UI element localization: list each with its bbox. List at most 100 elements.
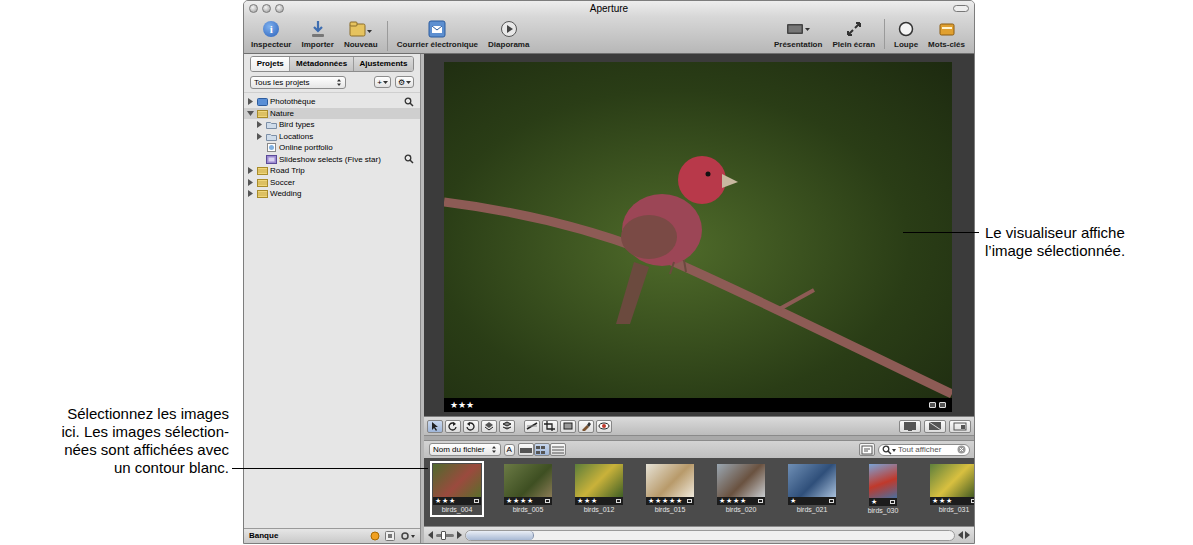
add-button[interactable]: + (374, 76, 391, 88)
disclosure-icon[interactable] (247, 167, 255, 174)
sort-popup[interactable]: Nom du fichier (429, 443, 501, 457)
thumbnail-image (788, 464, 836, 497)
toolbar-toggle-area (924, 5, 974, 12)
sidebar-item[interactable]: Locations (244, 131, 420, 143)
disclosure-icon[interactable] (256, 121, 264, 128)
sidebar-item[interactable]: Photothèque (244, 96, 420, 108)
view-mode-button[interactable] (924, 420, 946, 433)
tool-button[interactable] (427, 420, 443, 433)
tool-button[interactable] (481, 420, 497, 433)
browser-view-button[interactable] (518, 443, 534, 456)
star-icon: ★ (513, 497, 519, 505)
thumbnail[interactable]: ★★★birds_004 (430, 461, 484, 517)
badge-icon (890, 500, 895, 504)
scroll-thumb[interactable] (466, 531, 534, 540)
disclosure-icon[interactable] (247, 110, 255, 117)
tool-button[interactable] (463, 420, 479, 433)
action-button[interactable]: ⚙ (395, 76, 414, 88)
minimize-button[interactable] (262, 4, 271, 13)
sidebar-item[interactable]: Wedding (244, 188, 420, 200)
disclosure-icon[interactable] (247, 98, 255, 105)
toolbar-button[interactable]: Courrier électronique (392, 18, 483, 50)
presentation-icon (785, 20, 811, 38)
scroll-track[interactable] (465, 530, 955, 541)
toolbar-button[interactable]: Présentation (769, 18, 827, 50)
tool-button[interactable] (596, 420, 612, 433)
browser-view-button[interactable] (550, 443, 566, 456)
view-mode-button[interactable] (949, 420, 971, 433)
zoom-button[interactable] (275, 4, 284, 13)
star-icon: ★ (662, 497, 668, 505)
thumbnail[interactable]: ★★★birds_012 (572, 461, 626, 517)
thumbnail-rating: ★★★★ (717, 497, 765, 505)
toolbar-button[interactable]: Importer (296, 18, 338, 50)
sidebar-item[interactable]: Road Trip (244, 165, 420, 177)
star-icon: ★ (871, 498, 877, 506)
tool-button[interactable] (560, 420, 576, 433)
view-mode-button[interactable] (899, 420, 921, 433)
search-input[interactable] (898, 445, 955, 455)
toolbar-button[interactable]: iInspecteur (246, 18, 296, 50)
toolbar-button[interactable]: Plein écran (827, 18, 880, 50)
close-button[interactable] (249, 4, 258, 13)
sidebar-item[interactable]: Nature (244, 108, 420, 120)
thumbnail-rating: ★★★ (433, 497, 481, 505)
toolbar-button[interactable]: Loupe (889, 18, 923, 50)
tool-button[interactable] (578, 420, 594, 433)
disclosure-icon[interactable] (256, 133, 264, 140)
sidebar-item[interactable]: Soccer (244, 177, 420, 189)
toolbar-icon-holder (426, 18, 448, 40)
smaller-icon (428, 531, 433, 539)
sort-order-button[interactable]: A (504, 444, 515, 456)
item-label: Wedding (270, 189, 301, 199)
sidebar-item[interactable]: Bird types (244, 119, 420, 131)
toolbar-toggle[interactable] (953, 5, 969, 12)
search-field[interactable] (878, 444, 970, 456)
projects-scope-popup[interactable]: Tous les projets (250, 76, 346, 90)
toolbar-button[interactable]: Nouveau (339, 18, 383, 50)
magnifier-icon (404, 97, 414, 107)
viewer-photo[interactable] (444, 62, 952, 398)
disclosure-icon[interactable] (247, 179, 255, 186)
slider-knob[interactable] (441, 531, 446, 540)
title-bar[interactable]: Aperture (244, 1, 974, 16)
thumbnail-rating: ★★★★★ (646, 497, 694, 505)
viewer-rating[interactable]: ★★★ (450, 400, 474, 411)
toolbar-right-group: PrésentationPlein écran Loupe Mots-clés (769, 18, 970, 50)
disclosure-icon[interactable] (247, 190, 255, 197)
red-eye-tool-icon (598, 421, 610, 431)
sidebar-tab[interactable]: Ajustements (353, 57, 413, 71)
callout-line: nées sont affichées avec (0, 441, 229, 459)
vault-action-icon (400, 531, 415, 541)
tool-button[interactable] (445, 420, 461, 433)
thumbnail[interactable]: ★birds_021 (785, 461, 839, 517)
sidebar-tab[interactable]: Projets (251, 57, 289, 71)
callout-line: Sélectionnez les images (0, 405, 229, 423)
item-label: Photothèque (270, 97, 315, 107)
toolbar-button[interactable]: Diaporama (483, 18, 534, 50)
metadata-badge-icon (929, 402, 936, 408)
toolbar-label: Mots-clés (928, 40, 965, 50)
thumbnail[interactable]: ★★★birds_031 (927, 461, 974, 517)
thumbnail[interactable]: ★birds_030 (856, 461, 910, 517)
filter-button[interactable] (859, 443, 875, 456)
browser-view-button[interactable] (534, 443, 550, 456)
main-area: ProjetsMétadonnéesAjustements Tous les p… (244, 54, 974, 543)
tool-button[interactable] (542, 420, 558, 433)
callout-line: un contour blanc. (0, 459, 229, 477)
thumbnail-size-slider[interactable] (436, 534, 454, 537)
thumbnail[interactable]: ★★★★birds_005 (501, 461, 555, 517)
star-icon: ★ (520, 497, 526, 505)
toolbar-button[interactable]: Mots-clés (923, 18, 970, 50)
thumbnail[interactable]: ★★★★birds_020 (714, 461, 768, 517)
thumbnail-label: birds_030 (868, 506, 899, 515)
thumbnail[interactable]: ★★★★★birds_015 (643, 461, 697, 517)
sidebar-tab[interactable]: Métadonnées (289, 57, 352, 71)
rotate-left-icon (447, 421, 459, 431)
sidebar-item[interactable]: Slideshow selects (Five star) (244, 154, 420, 166)
tool-button[interactable] (524, 420, 540, 433)
adjustment-badge-icon (939, 402, 946, 408)
sidebar-tabs: ProjetsMétadonnéesAjustements (250, 56, 414, 72)
sidebar-item[interactable]: Online portfolio (244, 142, 420, 154)
tool-button[interactable] (499, 420, 515, 433)
